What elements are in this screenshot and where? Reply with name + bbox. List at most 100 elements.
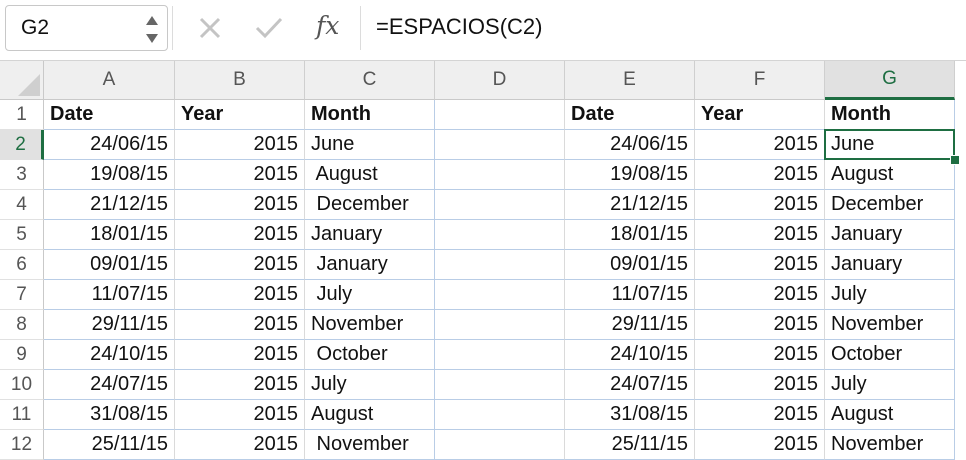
cancel-icon[interactable] (195, 12, 225, 44)
row-header-4[interactable]: 4 (0, 190, 44, 220)
cell-g1[interactable]: Month (825, 100, 955, 130)
select-all-corner[interactable] (0, 61, 44, 100)
cell-a4[interactable]: 21/12/15 (44, 190, 175, 220)
column-header-b[interactable]: B (175, 61, 305, 100)
formula-input[interactable]: =ESPACIOS(C2) (376, 14, 542, 40)
row-header-9[interactable]: 9 (0, 340, 44, 370)
cell-f1[interactable]: Year (695, 100, 825, 130)
row-header-7[interactable]: 7 (0, 280, 44, 310)
cell-b5[interactable]: 2015 (175, 220, 305, 250)
cell-c8[interactable]: November (305, 310, 435, 340)
cell-f2[interactable]: 2015 (695, 130, 825, 160)
cell-e3[interactable]: 19/08/15 (565, 160, 695, 190)
cell-e1[interactable]: Date (565, 100, 695, 130)
cell-g4[interactable]: December (825, 190, 955, 220)
cell-d1[interactable] (435, 100, 565, 130)
cell-a3[interactable]: 19/08/15 (44, 160, 175, 190)
cell-a7[interactable]: 11/07/15 (44, 280, 175, 310)
cell-g8[interactable]: November (825, 310, 955, 340)
row-header-6[interactable]: 6 (0, 250, 44, 280)
cell-c2[interactable]: June (305, 130, 435, 160)
cell-f3[interactable]: 2015 (695, 160, 825, 190)
row-header-1[interactable]: 1 (0, 100, 44, 130)
cell-a8[interactable]: 29/11/15 (44, 310, 175, 340)
cell-e10[interactable]: 24/07/15 (565, 370, 695, 400)
cell-b8[interactable]: 2015 (175, 310, 305, 340)
cell-b6[interactable]: 2015 (175, 250, 305, 280)
cell-c12[interactable]: November (305, 430, 435, 460)
row-header-12[interactable]: 12 (0, 430, 44, 460)
cell-a11[interactable]: 31/08/15 (44, 400, 175, 430)
cell-c1[interactable]: Month (305, 100, 435, 130)
cell-c4[interactable]: December (305, 190, 435, 220)
row-header-10[interactable]: 10 (0, 370, 44, 400)
cell-b3[interactable]: 2015 (175, 160, 305, 190)
cell-c3[interactable]: August (305, 160, 435, 190)
cell-a5[interactable]: 18/01/15 (44, 220, 175, 250)
cell-e12[interactable]: 25/11/15 (565, 430, 695, 460)
row-header-11[interactable]: 11 (0, 400, 44, 430)
confirm-icon[interactable] (254, 12, 284, 44)
cell-g12[interactable]: November (825, 430, 955, 460)
cell-e4[interactable]: 21/12/15 (565, 190, 695, 220)
row-header-2[interactable]: 2 (0, 130, 44, 160)
column-header-e[interactable]: E (565, 61, 695, 100)
cell-a1[interactable]: Date (44, 100, 175, 130)
cell-c10[interactable]: July (305, 370, 435, 400)
cell-b1[interactable]: Year (175, 100, 305, 130)
cell-g5[interactable]: January (825, 220, 955, 250)
cell-e11[interactable]: 31/08/15 (565, 400, 695, 430)
cell-e5[interactable]: 18/01/15 (565, 220, 695, 250)
column-header-f[interactable]: F (695, 61, 825, 100)
cell-g3[interactable]: August (825, 160, 955, 190)
cell-g9[interactable]: October (825, 340, 955, 370)
cell-g11[interactable]: August (825, 400, 955, 430)
cell-c9[interactable]: October (305, 340, 435, 370)
cell-d3[interactable] (435, 160, 565, 190)
cell-b4[interactable]: 2015 (175, 190, 305, 220)
cell-d10[interactable] (435, 370, 565, 400)
cell-e8[interactable]: 29/11/15 (565, 310, 695, 340)
cell-d11[interactable] (435, 400, 565, 430)
row-header-3[interactable]: 3 (0, 160, 44, 190)
cell-c6[interactable]: January (305, 250, 435, 280)
cell-a6[interactable]: 09/01/15 (44, 250, 175, 280)
cell-f11[interactable]: 2015 (695, 400, 825, 430)
cell-e2[interactable]: 24/06/15 (565, 130, 695, 160)
cell-e9[interactable]: 24/10/15 (565, 340, 695, 370)
column-header-d[interactable]: D (435, 61, 565, 100)
cell-g6[interactable]: January (825, 250, 955, 280)
cell-f5[interactable]: 2015 (695, 220, 825, 250)
cell-g10[interactable]: July (825, 370, 955, 400)
fill-handle[interactable] (950, 155, 960, 165)
cell-f8[interactable]: 2015 (695, 310, 825, 340)
cell-b12[interactable]: 2015 (175, 430, 305, 460)
cell-a2[interactable]: 24/06/15 (44, 130, 175, 160)
column-header-a[interactable]: A (44, 61, 175, 100)
cell-d6[interactable] (435, 250, 565, 280)
column-header-c[interactable]: C (305, 61, 435, 100)
cell-a10[interactable]: 24/07/15 (44, 370, 175, 400)
row-header-8[interactable]: 8 (0, 310, 44, 340)
cell-d9[interactable] (435, 340, 565, 370)
cell-b10[interactable]: 2015 (175, 370, 305, 400)
cell-f9[interactable]: 2015 (695, 340, 825, 370)
name-box[interactable]: G2 (5, 5, 168, 51)
cell-d2[interactable] (435, 130, 565, 160)
cell-d7[interactable] (435, 280, 565, 310)
cell-b2[interactable]: 2015 (175, 130, 305, 160)
cell-a9[interactable]: 24/10/15 (44, 340, 175, 370)
row-header-5[interactable]: 5 (0, 220, 44, 250)
cell-b7[interactable]: 2015 (175, 280, 305, 310)
cell-g2[interactable]: June (825, 130, 955, 160)
cell-f7[interactable]: 2015 (695, 280, 825, 310)
cell-f4[interactable]: 2015 (695, 190, 825, 220)
cell-d5[interactable] (435, 220, 565, 250)
cell-c11[interactable]: August (305, 400, 435, 430)
cell-d8[interactable] (435, 310, 565, 340)
cell-a12[interactable]: 25/11/15 (44, 430, 175, 460)
cell-e7[interactable]: 11/07/15 (565, 280, 695, 310)
cell-f12[interactable]: 2015 (695, 430, 825, 460)
cell-c5[interactable]: January (305, 220, 435, 250)
column-header-g[interactable]: G (825, 61, 955, 100)
